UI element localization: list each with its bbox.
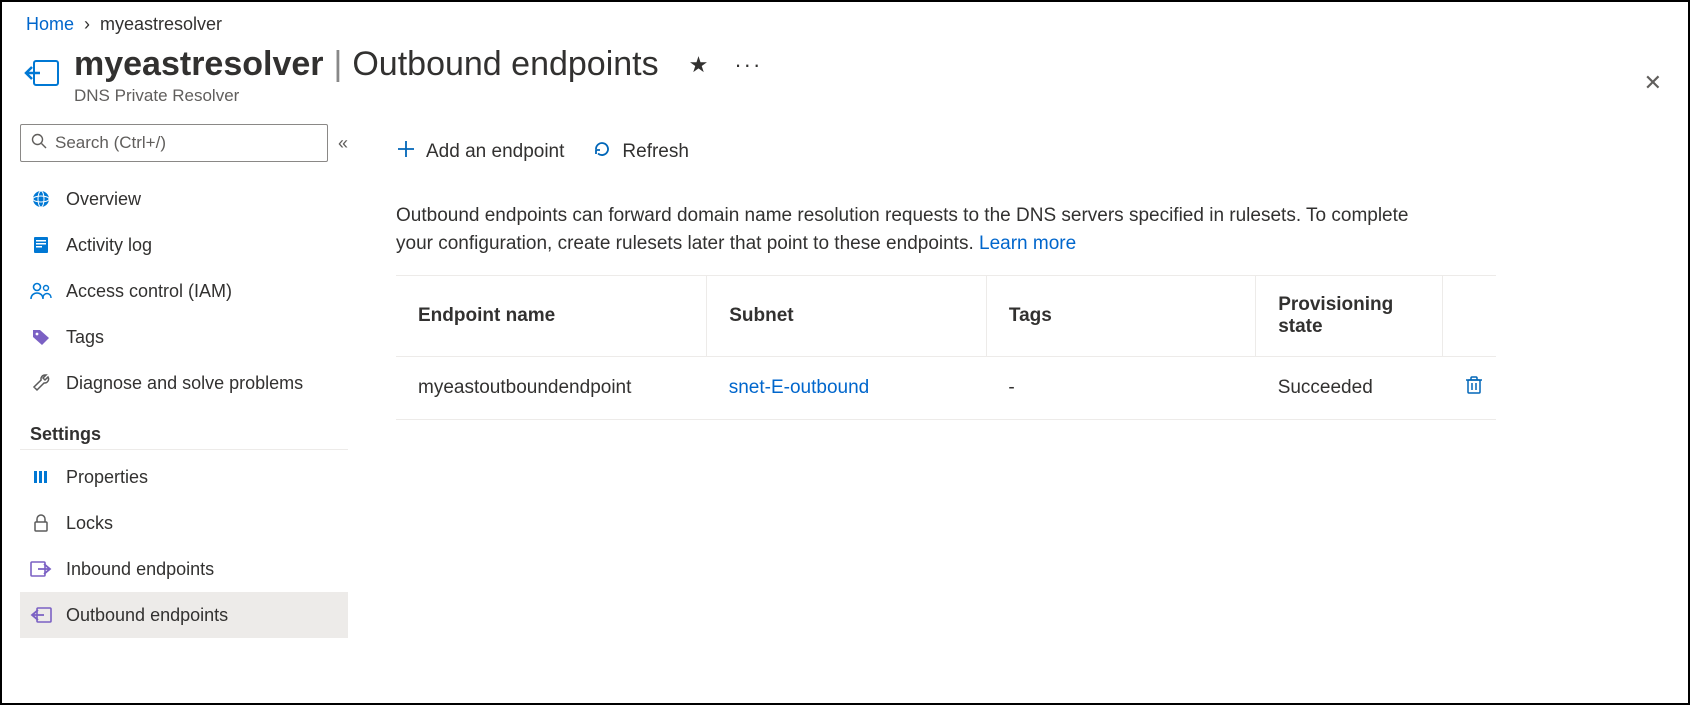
sidebar-item-access-control[interactable]: Access control (IAM) bbox=[20, 268, 348, 314]
sidebar-item-inbound-endpoints[interactable]: Inbound endpoints bbox=[20, 546, 348, 592]
sidebar-item-label: Locks bbox=[66, 513, 113, 534]
sidebar-item-diagnose[interactable]: Diagnose and solve problems bbox=[20, 360, 348, 406]
col-header-name[interactable]: Endpoint name bbox=[396, 276, 707, 357]
resource-icon bbox=[20, 51, 64, 95]
search-placeholder: Search (Ctrl+/) bbox=[55, 133, 166, 153]
add-endpoint-label: Add an endpoint bbox=[426, 141, 564, 163]
sidebar: Search (Ctrl+/) « Overview Activity log … bbox=[2, 116, 362, 697]
cell-subnet-link[interactable]: snet-E-outbound bbox=[729, 377, 870, 398]
sidebar-section-settings: Settings bbox=[30, 424, 348, 445]
sidebar-item-label: Diagnose and solve problems bbox=[66, 373, 303, 394]
delete-icon[interactable] bbox=[1465, 379, 1483, 400]
col-header-tags[interactable]: Tags bbox=[986, 276, 1255, 357]
cell-tags: - bbox=[986, 357, 1255, 420]
sidebar-item-overview[interactable]: Overview bbox=[20, 176, 348, 222]
table-row[interactable]: myeastoutboundendpoint snet-E-outbound -… bbox=[396, 357, 1496, 420]
sidebar-item-label: Tags bbox=[66, 327, 104, 348]
toolbar: Add an endpoint Refresh bbox=[396, 126, 1648, 178]
tag-icon bbox=[30, 326, 52, 348]
cell-state: Succeeded bbox=[1256, 357, 1442, 420]
refresh-label: Refresh bbox=[622, 141, 689, 163]
search-input[interactable]: Search (Ctrl+/) bbox=[20, 124, 328, 162]
resource-type-label: DNS Private Resolver bbox=[74, 86, 762, 106]
sidebar-item-label: Properties bbox=[66, 467, 148, 488]
plus-icon bbox=[396, 139, 416, 165]
inbound-icon bbox=[30, 558, 52, 580]
sidebar-item-outbound-endpoints[interactable]: Outbound endpoints bbox=[20, 592, 348, 638]
learn-more-link[interactable]: Learn more bbox=[979, 233, 1076, 254]
page-title-resource: myeastresolver bbox=[74, 45, 324, 84]
people-icon bbox=[30, 280, 52, 302]
page-title-section: Outbound endpoints bbox=[352, 45, 658, 84]
refresh-button[interactable]: Refresh bbox=[592, 139, 689, 165]
sidebar-item-tags[interactable]: Tags bbox=[20, 314, 348, 360]
breadcrumb-home[interactable]: Home bbox=[26, 14, 74, 35]
endpoints-table: Endpoint name Subnet Tags Provisioning s… bbox=[396, 275, 1496, 420]
refresh-icon bbox=[592, 139, 612, 165]
sidebar-item-label: Inbound endpoints bbox=[66, 559, 214, 580]
sidebar-item-properties[interactable]: Properties bbox=[20, 454, 348, 500]
sidebar-item-activity-log[interactable]: Activity log bbox=[20, 222, 348, 268]
chevron-right-icon: › bbox=[84, 14, 90, 35]
wrench-icon bbox=[30, 372, 52, 394]
add-endpoint-button[interactable]: Add an endpoint bbox=[396, 139, 564, 165]
description-text: Outbound endpoints can forward domain na… bbox=[396, 202, 1446, 257]
main-content: Add an endpoint Refresh Outbound endpoin… bbox=[362, 116, 1688, 697]
search-icon bbox=[31, 133, 47, 154]
log-icon bbox=[30, 234, 52, 256]
sidebar-item-label: Overview bbox=[66, 189, 141, 210]
favorite-star-icon[interactable]: ★ bbox=[689, 52, 709, 78]
sidebar-item-label: Outbound endpoints bbox=[66, 605, 228, 626]
lock-icon bbox=[30, 512, 52, 534]
globe-icon bbox=[30, 188, 52, 210]
col-header-state[interactable]: Provisioning state bbox=[1256, 276, 1442, 357]
breadcrumb: Home › myeastresolver bbox=[2, 2, 1688, 41]
breadcrumb-resource[interactable]: myeastresolver bbox=[100, 14, 222, 35]
collapse-sidebar-icon[interactable]: « bbox=[338, 133, 348, 154]
sidebar-item-locks[interactable]: Locks bbox=[20, 500, 348, 546]
close-icon[interactable]: ✕ bbox=[1644, 70, 1662, 96]
properties-icon bbox=[30, 466, 52, 488]
more-menu-icon[interactable]: ··· bbox=[734, 52, 762, 78]
page-header: myeastresolver | Outbound endpoints ★ ··… bbox=[2, 41, 1688, 116]
sidebar-item-label: Access control (IAM) bbox=[66, 281, 232, 302]
sidebar-item-label: Activity log bbox=[66, 235, 152, 256]
outbound-icon bbox=[30, 604, 52, 626]
cell-endpoint-name: myeastoutboundendpoint bbox=[396, 357, 707, 420]
col-header-actions bbox=[1442, 276, 1496, 357]
col-header-subnet[interactable]: Subnet bbox=[707, 276, 987, 357]
